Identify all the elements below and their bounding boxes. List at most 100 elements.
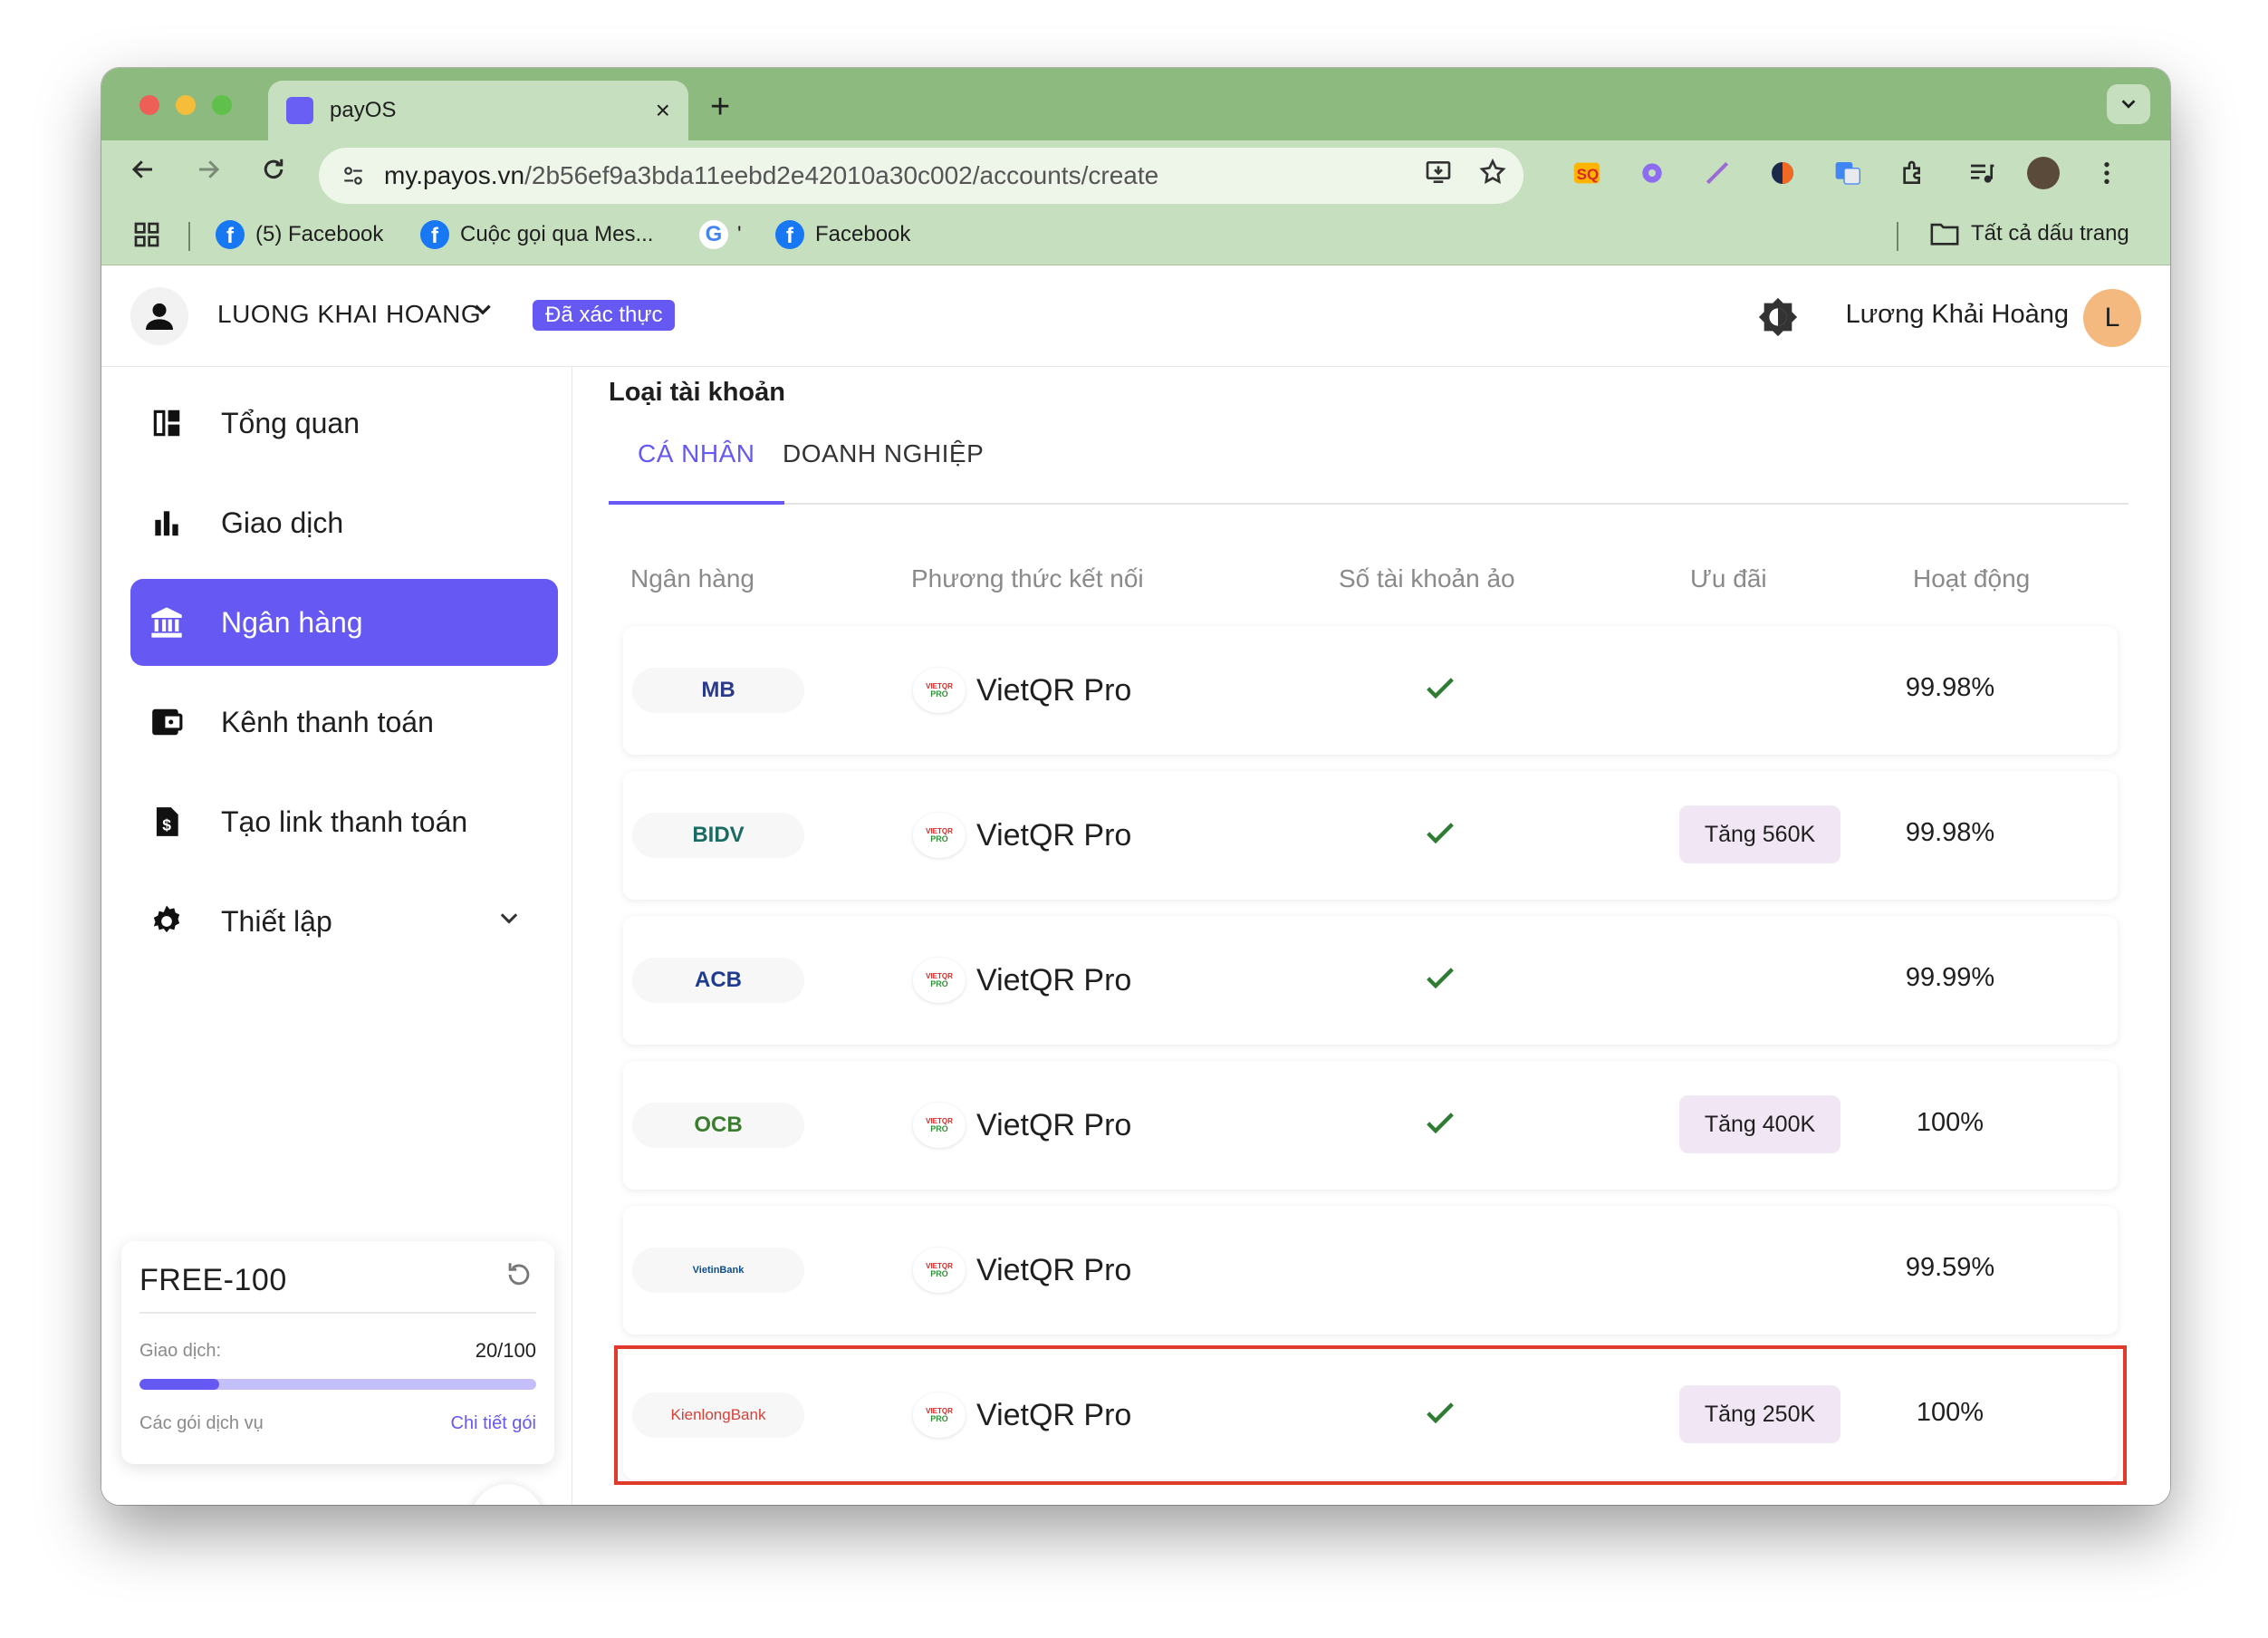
dashboard-icon [147, 403, 187, 443]
browser-toolbar: my.payos.vn/2b56ef9a3bda11eebd2e42010a30… [101, 140, 2170, 206]
back-button[interactable] [125, 155, 161, 191]
user-name[interactable]: Lương Khải Hoàng [1846, 300, 2069, 330]
plan-divider [139, 1312, 536, 1314]
folder-icon [1930, 223, 1959, 246]
facebook-icon: f [775, 220, 804, 249]
svg-text:$: $ [162, 816, 171, 834]
more-menu-icon[interactable] [2090, 157, 2123, 189]
payos-app: LUONG KHAI HOANG Đã xác thực Lương Khải … [101, 265, 2170, 1505]
column-header-bank: Ngân hàng [630, 564, 755, 593]
bank-row[interactable]: KienlongBank VIETQR PRO VietQR Pro Tăng 250K… [623, 1351, 2118, 1479]
org-avatar[interactable] [130, 287, 188, 345]
wallet-icon [147, 702, 187, 742]
bank-logo: VietinBank [632, 1248, 804, 1293]
uptime-value: 99.99% [1905, 963, 1995, 992]
connection-method: VIETQR PRO VietQR Pro [913, 958, 1131, 1003]
plan-name: FREE-100 [139, 1263, 287, 1297]
connection-method: VIETQR PRO VietQR Pro [913, 1103, 1131, 1148]
plan-services-label: Các gói dịch vụ [139, 1413, 264, 1433]
close-window-button[interactable] [139, 95, 159, 115]
promo-badge: Tăng 400K [1679, 1095, 1840, 1153]
sidebar-item-payment-channels[interactable]: Kênh thanh toán [130, 679, 558, 766]
bookmark-star-icon[interactable] [1478, 158, 1507, 194]
extension-circle-icon[interactable] [1766, 157, 1799, 189]
minimize-window-button[interactable] [176, 95, 196, 115]
org-switcher-chevron-icon[interactable] [471, 298, 495, 328]
promo-badge: Tăng 250K [1679, 1385, 1840, 1443]
active-tab-indicator [609, 501, 784, 505]
tab-title: payOS [330, 98, 397, 122]
chevron-left-icon [489, 1502, 525, 1505]
plan-detail-link[interactable]: Chi tiết gói [451, 1413, 537, 1434]
sidebar-item-settings[interactable]: Thiết lập [130, 878, 558, 965]
promo-badge: Tăng 560K [1679, 805, 1840, 863]
sidebar-item-banks[interactable]: Ngân hàng [130, 579, 558, 666]
bank-row[interactable]: VietinBank VIETQR PRO VietQR Pro 99.59% [623, 1206, 2118, 1334]
bank-icon [147, 602, 187, 642]
new-tab-button[interactable]: + [710, 88, 730, 127]
bookmark-google[interactable]: G ' [699, 220, 742, 249]
connection-method-label: VietQR Pro [976, 1252, 1132, 1287]
extension-sq-icon[interactable]: SQ [1571, 157, 1603, 189]
bank-row[interactable]: MB VIETQR PRO VietQR Pro 99.98% [623, 626, 2118, 755]
sidebar-item-transactions[interactable]: Giao dịch [130, 479, 558, 566]
user-avatar[interactable]: L [2083, 289, 2141, 347]
bookmarks-bar: f (5) Facebook f Cuộc gọi qua Mes... G '… [101, 206, 2170, 265]
bank-row[interactable]: ACB VIETQR PRO VietQR Pro 99.99% [623, 916, 2118, 1045]
media-controls-icon[interactable] [1965, 157, 1998, 189]
bank-row[interactable]: BIDV VIETQR PRO VietQR Pro Tăng 560K 99.98% [623, 771, 2118, 900]
bank-row[interactable]: OCB VIETQR PRO VietQR Pro Tăng 400K 100% [623, 1061, 2118, 1190]
brightness-icon [1758, 297, 1798, 337]
extensions-puzzle-icon[interactable] [1897, 157, 1929, 189]
theme-toggle-button[interactable] [1757, 296, 1799, 338]
tab-personal[interactable]: CÁ NHÂN [638, 439, 755, 468]
vietqr-icon: VIETQR PRO [913, 1392, 966, 1438]
site-settings-icon[interactable] [335, 158, 371, 194]
extension-feather-icon[interactable] [1701, 157, 1734, 189]
refresh-icon[interactable] [504, 1259, 534, 1297]
reload-button[interactable] [255, 155, 292, 191]
plan-transactions-label: Giao dịch: [139, 1341, 222, 1361]
sidebar-item-create-payment-link[interactable]: $ Tạo link thanh toán [130, 778, 558, 865]
svg-text:SQ: SQ [1577, 166, 1600, 183]
fullscreen-window-button[interactable] [212, 95, 232, 115]
apps-grid-icon[interactable] [132, 220, 161, 249]
chevron-down-icon[interactable] [496, 906, 522, 938]
address-bar[interactable]: my.payos.vn/2b56ef9a3bda11eebd2e42010a30… [319, 148, 1523, 204]
gear-icon [147, 901, 187, 941]
vietqr-badge-bottom: PRO [930, 1123, 948, 1133]
forward-button[interactable] [190, 155, 226, 191]
bank-logo: MB [632, 668, 804, 713]
bank-logo: KienlongBank [632, 1392, 804, 1438]
all-bookmarks-button[interactable]: Tất cả dấu trang [1929, 220, 2129, 247]
payos-favicon-icon [286, 97, 313, 124]
connection-method: VIETQR PRO VietQR Pro [913, 1248, 1131, 1293]
extension-translate-icon[interactable] [1831, 157, 1864, 189]
browser-tab-payos[interactable]: payOS × [268, 81, 688, 140]
tab-search-button[interactable] [2107, 84, 2150, 124]
tab-strip: payOS × + [101, 68, 2170, 140]
extension-gear-icon[interactable] [1636, 157, 1668, 189]
bookmark-facebook[interactable]: f Facebook [775, 220, 910, 249]
google-icon: G [699, 220, 728, 249]
bank-logo: BIDV [632, 813, 804, 858]
plan-transactions-value: 20/100 [475, 1339, 536, 1362]
person-icon [146, 303, 173, 330]
install-app-icon[interactable] [1424, 158, 1453, 194]
org-name[interactable]: LUONG KHAI HOANG [217, 300, 481, 329]
profile-avatar-icon[interactable] [2027, 157, 2060, 189]
bar-chart-icon [147, 503, 187, 543]
bookmark-messenger-call[interactable]: f Cuộc gọi qua Mes... [420, 220, 653, 249]
column-header-virtual-account: Số tài khoản ảo [1339, 564, 1515, 593]
tab-close-icon[interactable]: × [656, 96, 670, 125]
bank-logo: OCB [632, 1103, 804, 1148]
vietqr-badge-bottom: PRO [930, 1413, 948, 1423]
browser-window: payOS × + my.payos.vn/2b56ef9a3bda11eebd… [101, 68, 2170, 1505]
bookmark-facebook-notifications[interactable]: f (5) Facebook [216, 220, 383, 249]
column-header-uptime: Hoạt động [1913, 564, 2031, 593]
tab-business[interactable]: DOANH NGHIỆP [783, 439, 984, 468]
connection-method: VIETQR PRO VietQR Pro [913, 668, 1131, 713]
sidebar-item-overview[interactable]: Tổng quan [130, 380, 558, 467]
connection-method-label: VietQR Pro [976, 1107, 1132, 1142]
checkmark-icon [1427, 1402, 1454, 1424]
